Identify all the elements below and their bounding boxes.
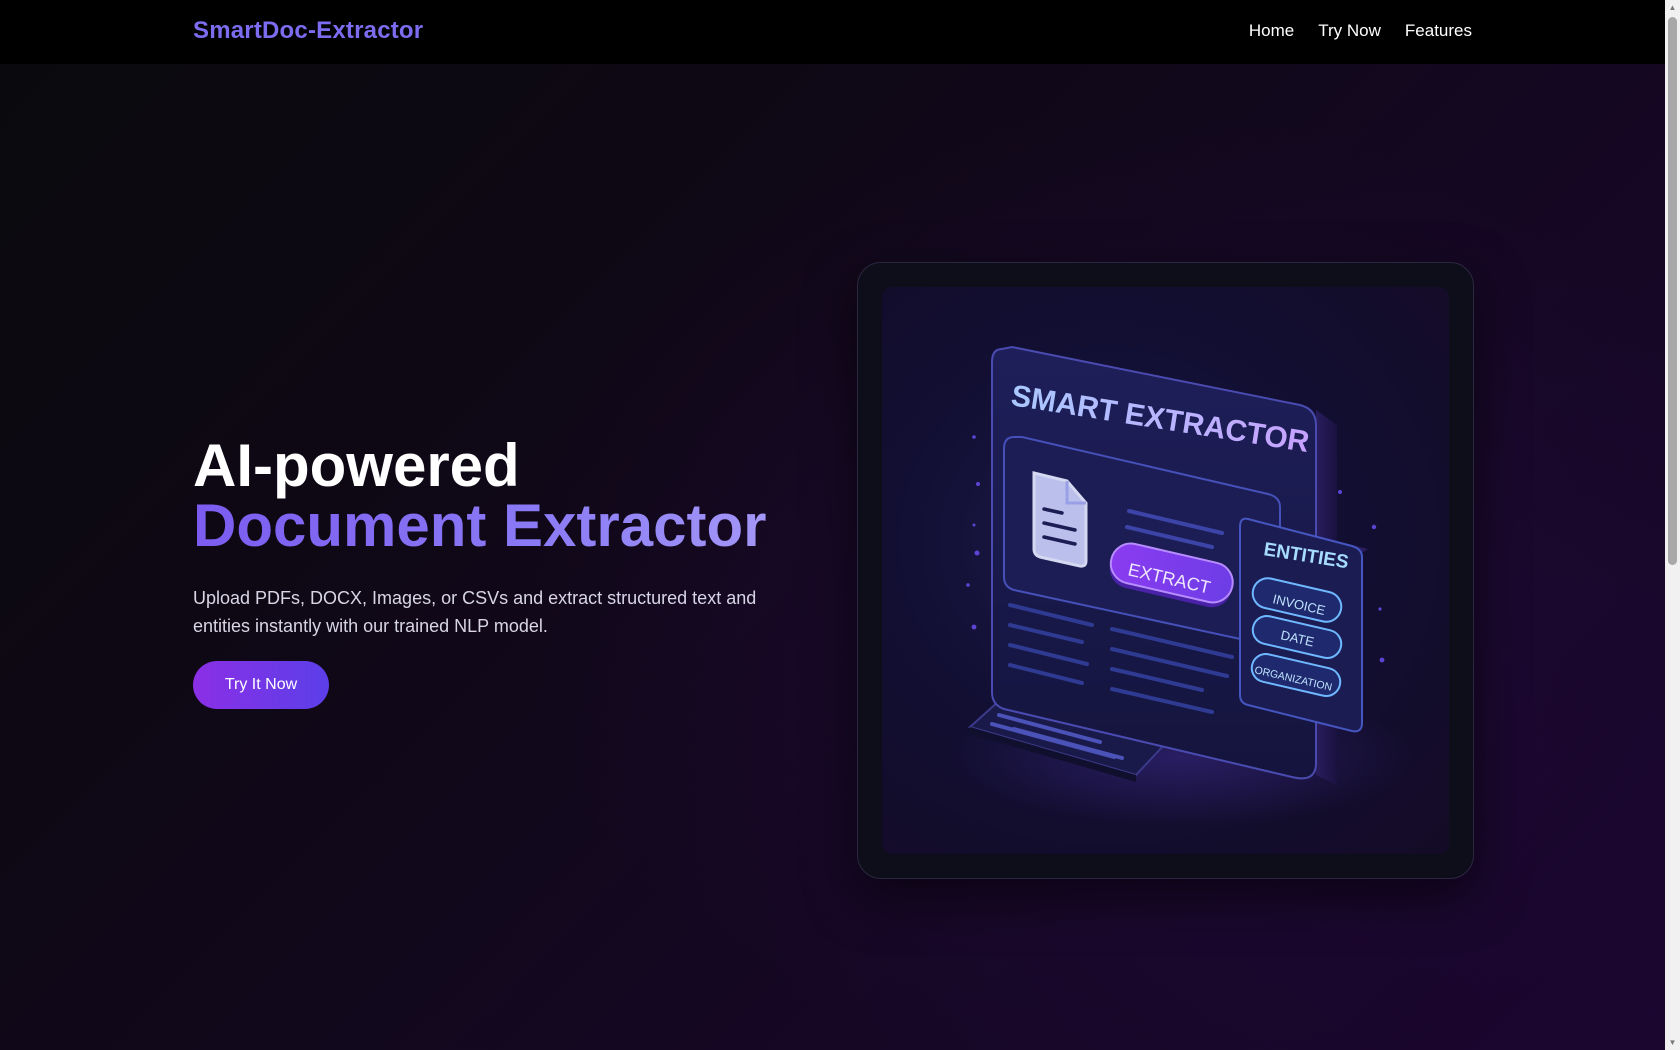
top-navbar: SmartDoc-Extractor Home Try Now Features — [0, 0, 1665, 64]
try-it-now-button[interactable]: Try It Now — [193, 661, 329, 709]
illustration-svg: SMART EXTRACTOR EXTRACT ENTITIES INVOICE… — [952, 345, 1412, 827]
hero-title: AI-powered Document Extractor — [193, 436, 813, 556]
nav-links: Home Try Now Features — [1249, 21, 1472, 41]
illustration-card: SMART EXTRACTOR EXTRACT ENTITIES INVOICE… — [857, 262, 1474, 879]
hero-title-line2: Document Extractor — [193, 496, 813, 556]
nav-link-features[interactable]: Features — [1405, 21, 1472, 41]
nav-link-home[interactable]: Home — [1249, 21, 1294, 41]
nav-link-try-now[interactable]: Try Now — [1318, 21, 1381, 41]
hero-title-line1: AI-powered — [193, 432, 520, 499]
scroll-down-arrow-icon[interactable]: ▼ — [1665, 1035, 1680, 1050]
page-background: SmartDoc-Extractor Home Try Now Features… — [0, 0, 1665, 1050]
brand-logo-link[interactable]: SmartDoc-Extractor — [193, 17, 423, 45]
scroll-thumb[interactable] — [1668, 17, 1677, 565]
vertical-scrollbar[interactable]: ▲ ▼ — [1665, 0, 1680, 1050]
smart-extractor-illustration: SMART EXTRACTOR EXTRACT ENTITIES INVOICE… — [882, 287, 1449, 854]
hero-subtitle: Upload PDFs, DOCX, Images, or CSVs and e… — [193, 588, 757, 636]
hero-text-block: AI-powered Document Extractor Upload PDF… — [193, 436, 813, 640]
scroll-up-arrow-icon[interactable]: ▲ — [1665, 0, 1680, 15]
